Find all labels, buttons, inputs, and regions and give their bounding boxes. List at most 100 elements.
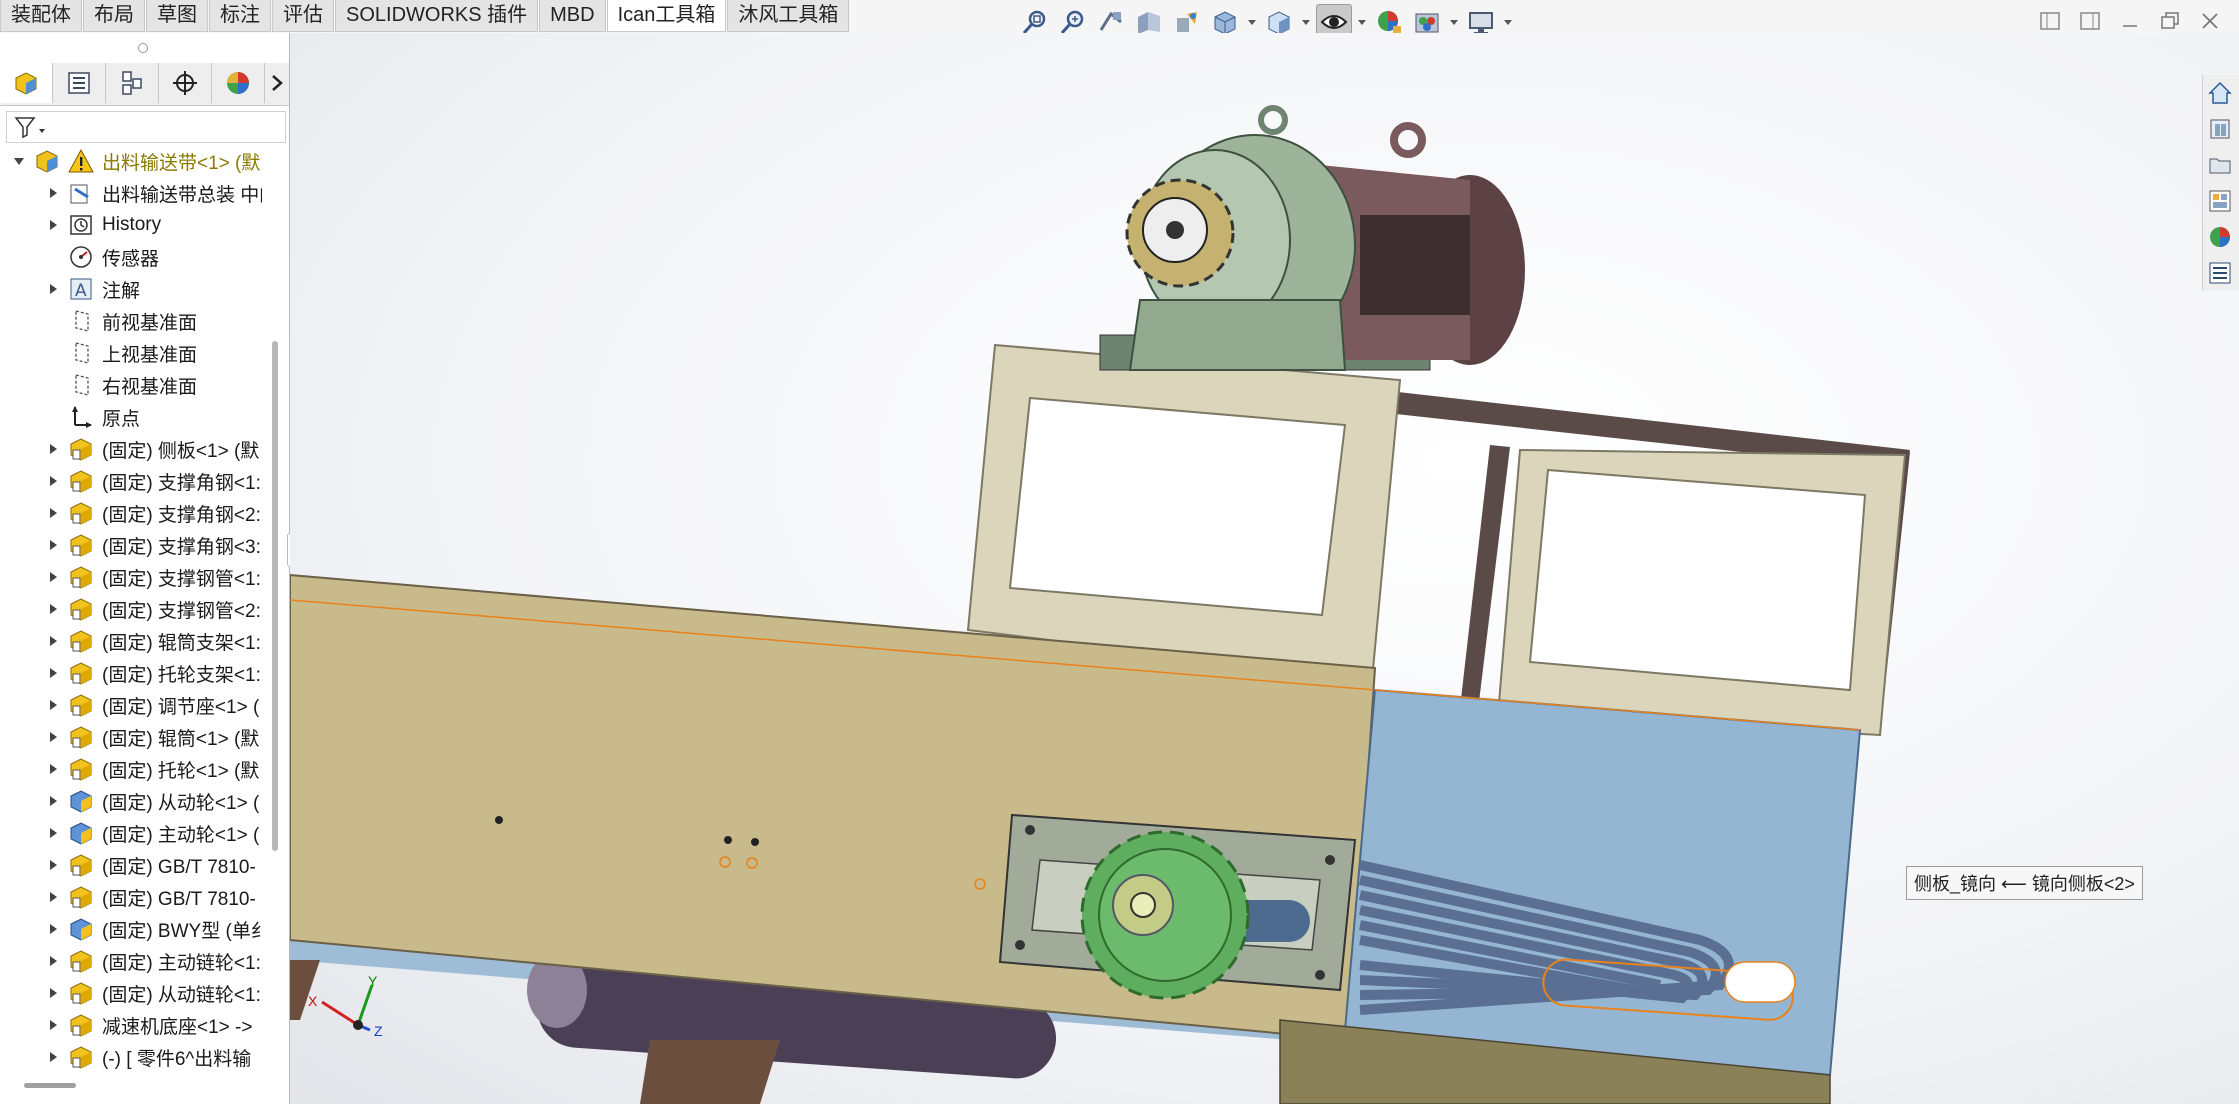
expand-arrow-icon[interactable] [46,922,60,936]
part-icon [68,948,94,974]
close-icon[interactable] [2195,6,2225,36]
expand-arrow-icon[interactable] [46,986,60,1000]
tree-item[interactable]: (固定) 托轮支架<1: [0,657,262,689]
expand-arrow-icon[interactable] [46,730,60,744]
feature-tree-horizontal-scrollbar[interactable] [24,1083,76,1088]
tree-item[interactable]: (固定) 支撑钢管<2: [0,593,262,625]
tree-item[interactable]: 上视基准面 [0,337,262,369]
tree-item[interactable]: (固定) 支撑角钢<2: [0,497,262,529]
tree-item-label: (固定) 主动链轮<1: [102,952,261,974]
tree-item[interactable]: 减速机底座<1> -> [0,1009,262,1041]
feature-tree-scrollbar[interactable] [272,341,278,851]
appearances-icon[interactable] [2203,221,2237,253]
view-palette-icon[interactable] [2203,185,2237,217]
expand-arrow-icon[interactable] [46,506,60,520]
custom-properties-icon[interactable] [2203,257,2237,289]
expand-arrow-icon[interactable] [46,794,60,808]
hide-show-dropdown[interactable] [1358,19,1366,25]
expand-arrow-icon[interactable] [46,858,60,872]
tree-item[interactable]: (固定) 主动链轮<1: [0,945,262,977]
view-orientation-dropdown[interactable] [1248,19,1256,25]
tree-item[interactable]: 原点 [0,401,262,433]
solidworks-resources-icon[interactable] [2203,77,2237,109]
tree-item[interactable]: (固定) GB/T 7810- [0,881,262,913]
tree-item[interactable]: (固定) 从动轮<1> ( [0,785,262,817]
filter-icon[interactable] [13,115,47,139]
chevron-right-icon[interactable] [265,63,289,103]
tree-item[interactable]: (固定) 支撑钢管<1: [0,561,262,593]
tab-evaluate[interactable]: 评估 [272,0,334,32]
tree-item[interactable]: 右视基准面 [0,369,262,401]
minimize-icon[interactable] [2115,6,2145,36]
tree-item[interactable]: (固定) BWY型 (单纟 [0,913,262,945]
history-icon [68,212,94,238]
design-library-icon[interactable] [2203,113,2237,145]
configurationmanager-icon[interactable] [106,63,159,103]
tree-item[interactable]: 传感器 [0,241,262,273]
tile-right-icon[interactable] [2075,6,2105,36]
tree-item[interactable]: (固定) 从动链轮<1: [0,977,262,1009]
tree-item[interactable]: (固定) 辊筒<1> (默 [0,721,262,753]
expand-arrow-icon[interactable] [46,666,60,680]
tree-item[interactable]: (固定) 托轮<1> (默 [0,753,262,785]
expand-arrow-icon[interactable] [46,954,60,968]
expand-arrow-icon[interactable] [46,1050,60,1064]
tab-assembly[interactable]: 装配体 [0,0,82,32]
expand-arrow-icon[interactable] [46,826,60,840]
tree-item[interactable]: (固定) 主动轮<1> ( [0,817,262,849]
tree-item[interactable]: 出料输送带总装 中的 [0,177,262,209]
tree-item-label: 减速机底座<1> -> [102,1016,253,1038]
tab-sketch[interactable]: 草图 [146,0,208,32]
tree-item[interactable]: (固定) 辊筒支架<1: [0,625,262,657]
graphics-area[interactable]: X Y Z 侧板_镜向 ⟵ 镜向侧板<2> [290,33,2239,1104]
tab-solidworks-addins[interactable]: SOLIDWORKS 插件 [335,0,539,32]
tab-markup[interactable]: 标注 [209,0,271,32]
tree-item[interactable]: (固定) 调节座<1> ( [0,689,262,721]
tree-item[interactable]: (固定) 支撑角钢<1: [0,465,262,497]
tree-item[interactable]: A 注解 [0,273,262,305]
panel-tab-strip [0,63,289,106]
expand-arrow-icon[interactable] [46,442,60,456]
expand-arrow-icon[interactable] [46,602,60,616]
collapse-arrow-icon[interactable] [12,154,26,168]
file-explorer-icon[interactable] [2203,149,2237,181]
expand-arrow-icon[interactable] [46,1018,60,1032]
tree-item[interactable]: 前视基准面 [0,305,262,337]
tab-mbd[interactable]: MBD [539,0,606,32]
propertymanager-icon[interactable] [53,63,106,103]
display-style-dropdown[interactable] [1302,19,1310,25]
tree-item[interactable]: (固定) 支撑角钢<3: [0,529,262,561]
apply-scene-dropdown[interactable] [1450,19,1458,25]
tab-layout[interactable]: 布局 [83,0,145,32]
command-manager-tabs: 装配体 布局 草图 标注 评估 SOLIDWORKS 插件 MBD Ican工具… [0,0,850,33]
tree-item[interactable]: (固定) 侧板<1> (默 [0,433,262,465]
tree-item[interactable]: (-) [ 零件6^出料输 [0,1041,262,1073]
expand-arrow-icon[interactable] [46,186,60,200]
part-icon [68,756,94,782]
tab-ican-toolbox[interactable]: Ican工具箱 [606,0,727,32]
tree-item[interactable]: (固定) GB/T 7810- [0,849,262,881]
upper-window-frame [1496,448,1907,737]
feature-tree-filter[interactable] [6,111,286,143]
expand-arrow-icon[interactable] [46,218,60,232]
coordinate-triad [321,984,374,1032]
expand-arrow-icon[interactable] [46,474,60,488]
tree-item[interactable]: History [0,209,262,241]
tab-mufeng-toolbox[interactable]: 沐风工具箱 [727,0,850,32]
panel-grip-dot[interactable] [138,43,148,53]
expand-arrow-icon[interactable] [46,634,60,648]
expand-arrow-icon[interactable] [46,762,60,776]
expand-arrow-icon[interactable] [46,570,60,584]
featuremanager-icon[interactable] [0,63,53,103]
restore-icon[interactable] [2155,6,2185,36]
displaymanager-icon[interactable] [212,63,265,103]
view-settings-dropdown[interactable] [1504,19,1512,25]
expand-arrow-icon[interactable] [46,282,60,296]
tree-root-assembly[interactable]: 出料输送带<1> (默 [0,145,262,177]
dimxpertmanager-icon[interactable] [159,63,212,103]
expand-arrow-icon[interactable] [46,698,60,712]
expand-arrow-icon[interactable] [46,538,60,552]
expand-arrow-icon[interactable] [46,890,60,904]
tile-left-icon[interactable] [2035,6,2065,36]
